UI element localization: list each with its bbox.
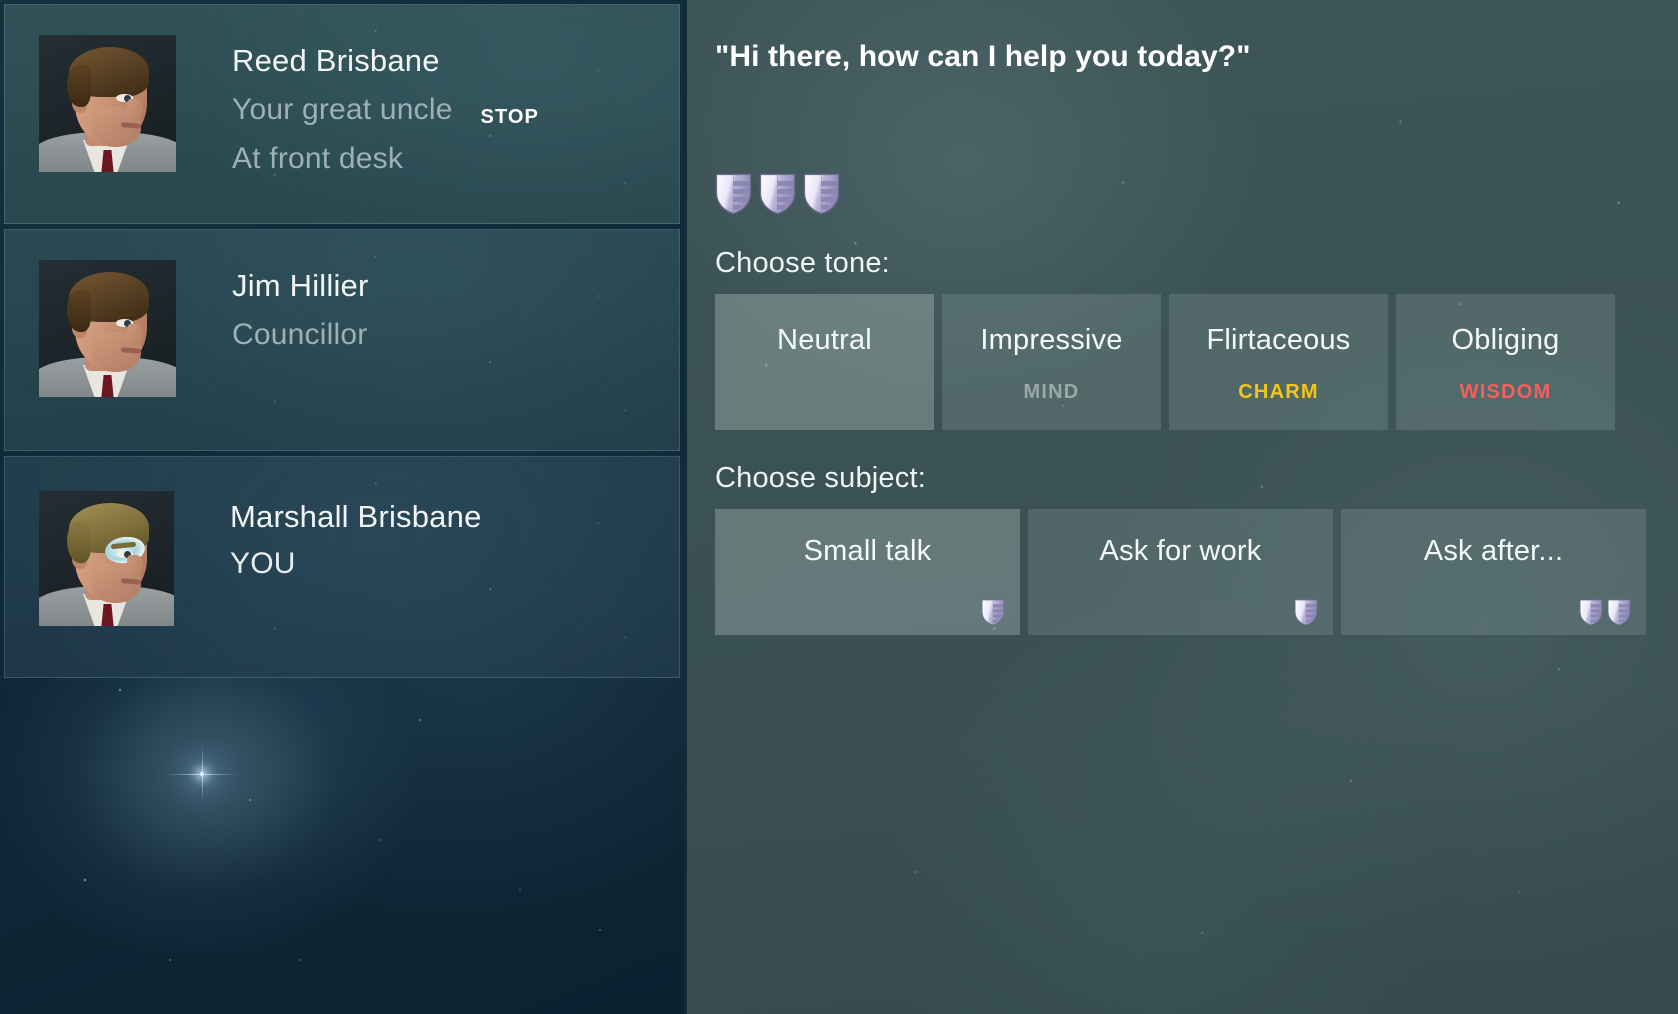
tone-stat-mind: MIND (1023, 381, 1080, 403)
shield-crest-icon (1294, 599, 1318, 626)
shield-crest-icon (759, 173, 796, 215)
tone-button-row: Neutral Impressive MIND Flirtaceous CHAR… (715, 294, 1678, 430)
marshall-brisbane-portrait (39, 491, 174, 626)
app-frame: Reed Brisbane Your great uncle At front … (0, 0, 1678, 1014)
shield-crest-icon (981, 599, 1005, 626)
reed-brisbane-portrait (39, 35, 176, 172)
shield-crest-icon (715, 173, 752, 215)
character-info: Reed Brisbane Your great uncle At front … (232, 35, 453, 174)
dialogue-line: "Hi there, how can I help you today?" (715, 40, 1251, 73)
subject-button-ask-after[interactable]: Ask after... (1341, 509, 1646, 635)
character-card-marshall-brisbane[interactable]: Marshall Brisbane YOU (4, 456, 680, 678)
tone-button-obliging[interactable]: Obliging WISDOM (1396, 294, 1615, 430)
tone-label: Neutral (777, 324, 872, 356)
tone-label: Flirtaceous (1206, 324, 1351, 356)
subject-button-ask-for-work[interactable]: Ask for work (1028, 509, 1333, 635)
choose-tone-label: Choose tone: (715, 247, 890, 279)
character-relation: YOU (230, 547, 296, 580)
tone-stat-charm: CHARM (1238, 381, 1319, 403)
conversation-panel: "Hi there, how can I help you today?" Ch… (684, 0, 1678, 1014)
subject-button-small-talk[interactable]: Small talk (715, 509, 1020, 635)
character-name: Reed Brisbane (232, 43, 440, 78)
character-name: Jim Hillier (232, 268, 369, 303)
tone-label: Impressive (980, 324, 1123, 356)
character-info: Marshall Brisbane YOU (230, 491, 482, 579)
character-info: Jim Hillier Councillor (232, 260, 369, 350)
tone-stat-wisdom: WISDOM (1459, 381, 1552, 403)
choose-subject-label: Choose subject: (715, 462, 926, 494)
subject-label: Ask after... (1423, 535, 1564, 567)
character-card-reed-brisbane[interactable]: Reed Brisbane Your great uncle At front … (4, 4, 680, 224)
character-location: At front desk (232, 142, 404, 175)
character-card-jim-hillier[interactable]: Jim Hillier Councillor (4, 229, 680, 451)
subject-shield-cost (1294, 599, 1318, 626)
stop-button[interactable]: STOP (481, 106, 540, 129)
subject-button-row: Small talk Ask for work Ask after... (715, 509, 1678, 635)
subject-shield-cost (1579, 599, 1631, 626)
tone-label: Obliging (1451, 324, 1560, 356)
subject-label: Small talk (803, 535, 932, 567)
character-name: Marshall Brisbane (230, 499, 482, 534)
subject-shield-cost (981, 599, 1005, 626)
character-relation: Councillor (232, 318, 368, 351)
dialogue-shield-meter (715, 173, 1678, 215)
character-relation: Your great uncle (232, 93, 453, 126)
shield-crest-icon (803, 173, 840, 215)
shield-crest-icon (1579, 599, 1603, 626)
tone-button-impressive[interactable]: Impressive MIND (942, 294, 1161, 430)
jim-hillier-portrait (39, 260, 176, 397)
shield-crest-icon (1607, 599, 1631, 626)
character-list-panel: Reed Brisbane Your great uncle At front … (0, 0, 684, 1014)
tone-button-neutral[interactable]: Neutral (715, 294, 934, 430)
subject-label: Ask for work (1099, 535, 1262, 567)
tone-button-flirtaceous[interactable]: Flirtaceous CHARM (1169, 294, 1388, 430)
